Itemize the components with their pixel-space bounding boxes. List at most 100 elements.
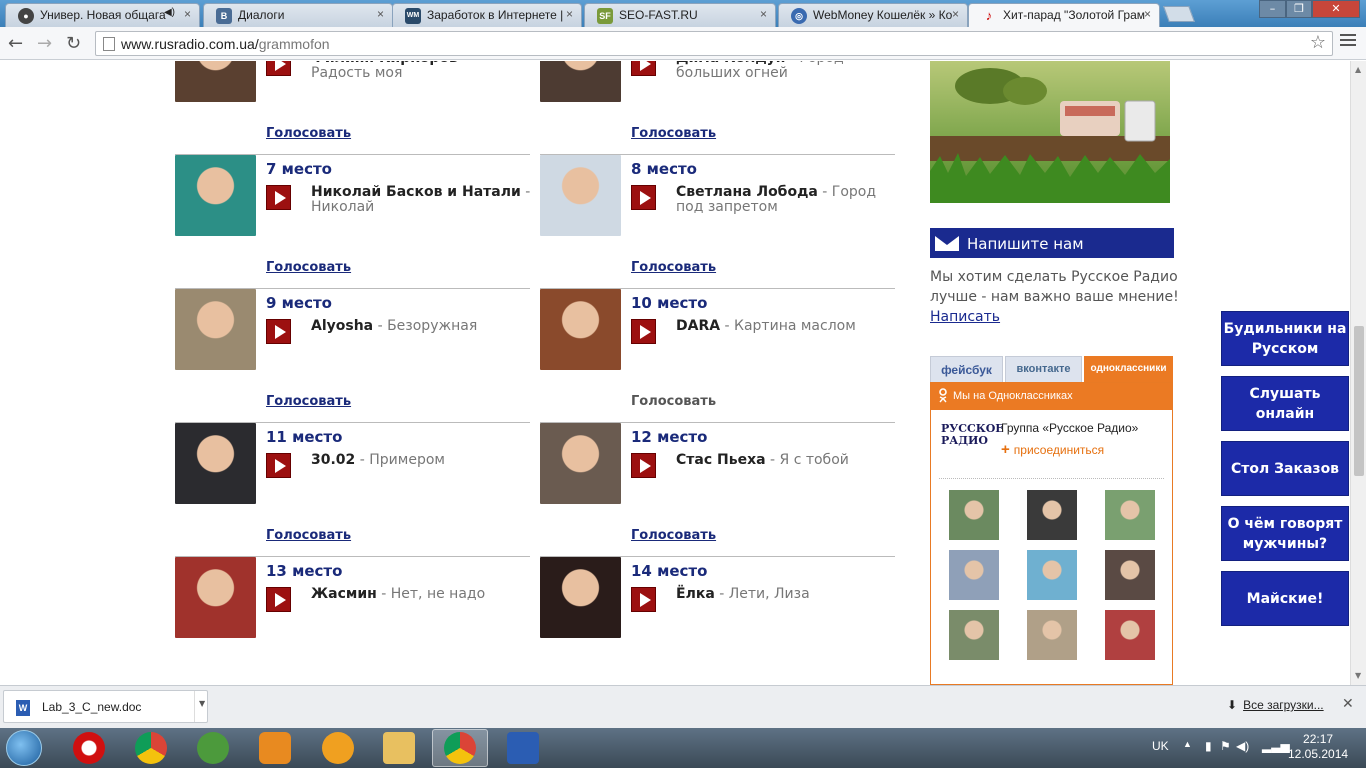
member-avatar[interactable] <box>1105 550 1155 600</box>
usb-icon[interactable]: ▮ <box>1205 739 1212 753</box>
chevron-down-icon[interactable]: ▼ <box>199 699 205 708</box>
artist-photo[interactable] <box>175 423 256 504</box>
side-button[interactable]: О чём говорят мужчины? <box>1221 506 1349 561</box>
odnoklassniki-widget: Мы на Одноклассниках РУССКОЕ РАДИО Групп… <box>930 382 1173 685</box>
member-avatar[interactable] <box>949 550 999 600</box>
chrome-icon[interactable] <box>135 732 167 764</box>
bookmark-star-icon[interactable]: ☆ <box>1310 32 1326 53</box>
close-window-button[interactable]: ✕ <box>1312 0 1360 18</box>
tab-vkontakte[interactable]: вконтакте <box>1005 356 1082 382</box>
file-explorer-icon[interactable] <box>383 732 415 764</box>
close-tab-icon[interactable]: × <box>1144 7 1151 21</box>
all-downloads-link[interactable]: ⬇ Все загрузки... <box>1227 698 1324 712</box>
scroll-thumb[interactable] <box>1354 326 1364 476</box>
utorrent-icon[interactable] <box>197 732 229 764</box>
maximize-button[interactable]: ❐ <box>1286 0 1312 18</box>
vote-link[interactable]: Голосовать <box>631 126 716 141</box>
vote-link[interactable]: Голосовать <box>266 394 351 409</box>
menu-icon[interactable] <box>1340 34 1356 49</box>
member-avatar[interactable] <box>949 610 999 660</box>
clock[interactable]: 22:17 12.05.2014 <box>1288 732 1348 762</box>
tab-webmoney[interactable]: ◎ WebMoney Кошелёк » Ко × <box>778 3 968 27</box>
vote-link[interactable]: Голосовать <box>266 260 351 275</box>
vertical-scrollbar[interactable]: ▲ ▼ <box>1350 61 1366 685</box>
write-link[interactable]: Написать <box>930 309 1000 325</box>
artist-photo[interactable] <box>175 155 256 236</box>
side-button[interactable]: Слушать онлайн <box>1221 376 1349 431</box>
join-button[interactable]: + присоединиться <box>1001 441 1104 458</box>
tab-seofast[interactable]: SF SEO-FAST.RU × <box>584 3 776 27</box>
artist-photo[interactable] <box>175 289 256 370</box>
chart-entry: 6 местоДима Колдун - Город больших огней… <box>540 61 895 155</box>
tray-chevron-icon[interactable]: ▲ <box>1183 739 1192 749</box>
vote-link[interactable]: Голосовать <box>631 260 716 275</box>
tab-univer[interactable]: ● Универ. Новая общага ◀) × <box>5 3 200 27</box>
play-button[interactable] <box>631 587 656 612</box>
vote-link[interactable]: Голосовать <box>266 528 351 543</box>
play-button[interactable] <box>266 319 291 344</box>
tab-facebook[interactable]: фейсбук <box>930 356 1003 382</box>
language-indicator[interactable]: UK <box>1152 739 1169 753</box>
side-button[interactable]: Будильники на Русском <box>1221 311 1349 366</box>
artist-photo[interactable] <box>540 61 621 102</box>
play-button[interactable] <box>631 61 656 76</box>
member-avatar[interactable] <box>1027 550 1077 600</box>
scroll-down-icon[interactable]: ▼ <box>1355 671 1361 680</box>
side-button[interactable]: Стол Заказов <box>1221 441 1349 496</box>
start-button[interactable] <box>6 730 42 766</box>
artist-photo[interactable] <box>540 155 621 236</box>
forward-button[interactable]: → <box>37 33 52 54</box>
member-avatar[interactable] <box>1027 610 1077 660</box>
back-button[interactable]: ← <box>8 33 23 54</box>
play-button[interactable] <box>266 185 291 210</box>
new-tab-button[interactable] <box>1163 6 1195 22</box>
close-downloads-icon[interactable]: ✕ <box>1342 696 1354 712</box>
address-bar[interactable]: www.rusradio.com.ua/grammofon ☆ <box>95 31 1333 56</box>
media-player-icon[interactable] <box>259 732 291 764</box>
close-tab-icon[interactable]: × <box>377 7 384 21</box>
minimize-button[interactable]: – <box>1259 0 1286 18</box>
play-button[interactable] <box>631 319 656 344</box>
flag-icon[interactable]: ⚑ <box>1220 739 1231 753</box>
scroll-up-icon[interactable]: ▲ <box>1355 65 1361 74</box>
chart-place: 12 место <box>631 428 708 446</box>
play-button[interactable] <box>266 587 291 612</box>
artist-photo[interactable] <box>175 61 256 102</box>
tab-dialogs[interactable]: В Диалоги × <box>203 3 393 27</box>
download-item[interactable]: W Lab_3_C_new.doc ▼ <box>3 690 208 723</box>
chart-entry: 9 место Alyosha - Безоружная Голосовать <box>175 289 530 423</box>
volume-icon[interactable]: ◀) <box>1236 739 1249 753</box>
network-icon[interactable]: ▂▃▅ <box>1262 739 1290 753</box>
close-tab-icon[interactable]: × <box>566 7 573 21</box>
side-button[interactable]: Майские! <box>1221 571 1349 626</box>
aimp-icon[interactable] <box>322 732 354 764</box>
opera-icon[interactable] <box>73 732 105 764</box>
artist-photo[interactable] <box>540 423 621 504</box>
member-avatar[interactable] <box>1105 610 1155 660</box>
vote-link[interactable]: Голосовать <box>266 126 351 141</box>
tab-odnoklassniki[interactable]: одноклассники <box>1084 356 1173 382</box>
advert-image[interactable] <box>930 61 1170 203</box>
member-avatar[interactable] <box>949 490 999 540</box>
vote-link[interactable]: Голосовать <box>631 528 716 543</box>
play-button[interactable] <box>631 185 656 210</box>
chart-entry: 5 местоФилипп Киркоров - Радость мояГоло… <box>175 61 530 155</box>
vote-link[interactable]: Голосовать <box>631 394 716 409</box>
russkoe-radio-logo[interactable]: РУССКОЕ РАДИО <box>941 423 1004 463</box>
group-name[interactable]: Группа «Русское Радио» <box>1001 421 1138 435</box>
member-avatar[interactable] <box>1105 490 1155 540</box>
tab-hitparad[interactable]: ♪ Хит-парад "Золотой Грам × <box>968 3 1160 27</box>
artist-photo[interactable] <box>540 557 621 638</box>
artist-photo[interactable] <box>540 289 621 370</box>
play-button[interactable] <box>266 61 291 76</box>
word-icon[interactable] <box>507 732 539 764</box>
member-avatar[interactable] <box>1027 490 1077 540</box>
play-button[interactable] <box>631 453 656 478</box>
close-tab-icon[interactable]: × <box>760 7 767 21</box>
play-button[interactable] <box>266 453 291 478</box>
close-tab-icon[interactable]: × <box>952 7 959 21</box>
tab-zarabotok[interactable]: WM Заработок в Интернете | × <box>392 3 582 27</box>
reload-button[interactable]: ↻ <box>66 33 81 54</box>
artist-photo[interactable] <box>175 557 256 638</box>
close-tab-icon[interactable]: × <box>184 7 191 21</box>
